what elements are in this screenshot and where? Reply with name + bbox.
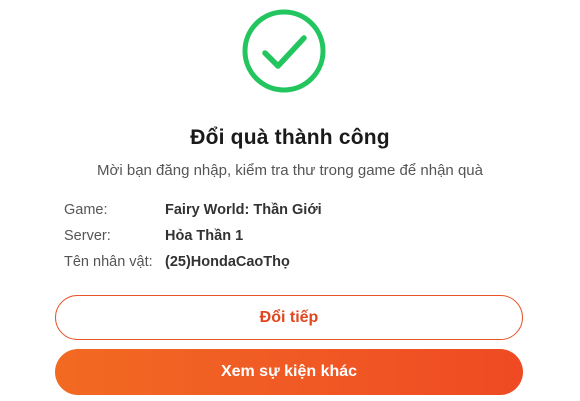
detail-label: Tên nhân vật:	[64, 254, 153, 270]
other-events-button[interactable]: Xem sự kiện khác	[55, 349, 523, 395]
dialog-title: Đổi quà thành công	[190, 126, 390, 149]
check-circle-icon	[242, 9, 326, 93]
redeem-details: Game: Fairy World: Thần Giới Server: Hỏa…	[64, 197, 322, 275]
detail-value: Hỏa Thần 1	[165, 228, 244, 244]
detail-value: Fairy World: Thần Giới	[165, 202, 322, 218]
detail-label: Server:	[64, 228, 111, 244]
detail-row-server: Server: Hỏa Thần 1	[64, 223, 322, 249]
continue-redeem-button[interactable]: Đổi tiếp	[55, 295, 523, 340]
detail-row-character: Tên nhân vật: (25)HondaCaoThọ	[64, 249, 322, 275]
dialog-subtitle: Mời bạn đăng nhập, kiểm tra thư trong ga…	[97, 162, 483, 179]
detail-label: Game:	[64, 202, 108, 218]
detail-value: (25)HondaCaoThọ	[165, 254, 290, 270]
success-dialog: Đổi quà thành công Mời bạn đăng nhập, ki…	[0, 0, 580, 401]
detail-row-game: Game: Fairy World: Thần Giới	[64, 197, 322, 223]
other-events-label: Xem sự kiện khác	[220, 363, 358, 380]
continue-redeem-label: Đổi tiếp	[259, 308, 319, 326]
